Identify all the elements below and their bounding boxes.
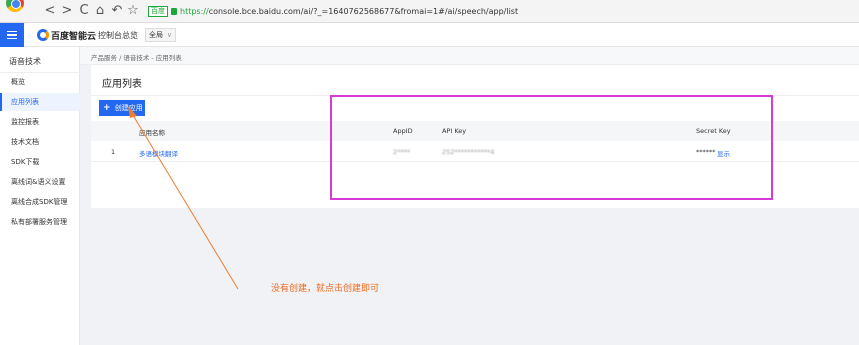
plus-icon: + (103, 103, 111, 113)
browser-toolbar: < > C ⌂ ↶ ☆ 百度 https:// console.bce.baid… (0, 0, 859, 23)
app-header: 百度智能云 控制台总览 全局 ∨ (0, 23, 859, 47)
sidebar-item-offline-tts-sdk[interactable]: 离线合成SDK管理 (0, 193, 80, 211)
column-header-app-name: 应用名称 (139, 129, 165, 137)
hamburger-menu-icon[interactable] (0, 23, 24, 47)
bookmark-star-icon[interactable]: ☆ (125, 3, 141, 19)
url-path: console.bce.baidu.com/ai/?_=164076256867… (208, 7, 519, 16)
breadcrumb: 产品服务 / 语音技术 - 应用列表 (91, 54, 182, 62)
sidebar-item-overview[interactable]: 概览 (0, 73, 80, 91)
annotation-highlight-box (330, 95, 773, 200)
sidebar-title: 语音技术 (9, 57, 41, 66)
home-icon[interactable]: ⌂ (92, 3, 108, 19)
lock-icon (171, 8, 177, 15)
row-index: 1 (111, 148, 116, 156)
chevron-down-icon: ∨ (166, 31, 172, 39)
sidebar-item-offline-words[interactable]: 离线词&语义设置 (0, 173, 80, 191)
sidebar-item-monitoring[interactable]: 监控报表 (0, 113, 80, 131)
row-app-name-link[interactable]: 多语模块翻译 (139, 148, 178, 158)
screenshot-root: < > C ⌂ ↶ ☆ 百度 https:// console.bce.baid… (0, 0, 859, 345)
undo-icon[interactable]: ↶ (109, 3, 125, 19)
browser-logo-icon (6, 0, 24, 12)
page-title: 应用列表 (102, 79, 142, 90)
forward-icon[interactable]: > (59, 3, 75, 19)
annotation-text: 没有创建，就点击创建即可 (271, 284, 380, 294)
brand-name[interactable]: 百度智能云 (51, 29, 96, 42)
brand-logo-icon (37, 29, 49, 41)
region-select[interactable]: 全局 ∨ (145, 28, 176, 42)
sidebar-item-docs[interactable]: 技术文档 (0, 133, 80, 151)
sidebar-item-private-deploy[interactable]: 私有部署服务管理 (0, 213, 80, 231)
sidebar: 语音技术 概览 应用列表 监控报表 技术文档 SDK下载 离线词&语义设置 离线… (0, 47, 80, 345)
console-overview-link[interactable]: 控制台总览 (98, 30, 138, 41)
address-bar[interactable]: 百度 https:// console.bce.baidu.com/ai/?_=… (148, 4, 518, 19)
url-scheme: https:// (180, 7, 209, 16)
create-app-button[interactable]: + 创建应用 (99, 100, 145, 116)
breadcrumb-bar: 产品服务 / 语音技术 - 应用列表 (80, 47, 859, 65)
create-app-button-label: 创建应用 (114, 104, 143, 112)
url-site-badge: 百度 (148, 6, 168, 17)
sidebar-item-sdk-download[interactable]: SDK下载 (0, 153, 80, 171)
reload-icon[interactable]: C (76, 3, 92, 19)
sidebar-item-app-list[interactable]: 应用列表 (0, 93, 80, 111)
region-select-value: 全局 (149, 31, 163, 39)
back-icon[interactable]: < (42, 3, 58, 19)
